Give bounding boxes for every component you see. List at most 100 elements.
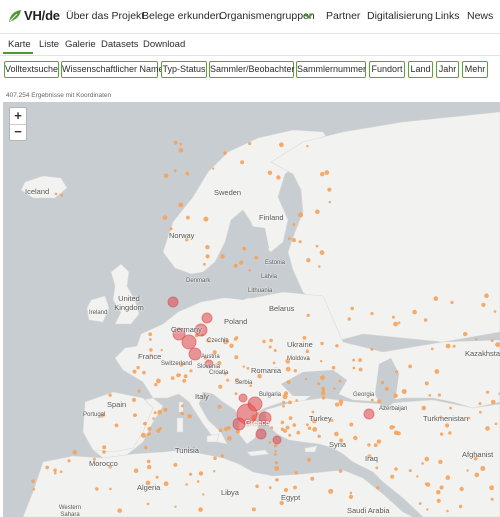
occurrence-marker[interactable]	[321, 386, 325, 390]
filter-year-button[interactable]: Jahr	[436, 61, 459, 78]
occurrence-marker[interactable]	[163, 481, 169, 487]
occurrence-marker[interactable]	[395, 370, 399, 374]
occurrence-marker[interactable]	[283, 487, 289, 493]
occurrence-marker[interactable]	[298, 240, 302, 244]
occurrence-marker[interactable]	[102, 445, 107, 450]
occurrence-marker[interactable]	[114, 423, 119, 428]
occurrence-cluster-marker[interactable]	[255, 428, 267, 440]
occurrence-marker[interactable]	[430, 347, 434, 351]
occurrence-marker[interactable]	[262, 339, 266, 344]
occurrence-marker[interactable]	[234, 392, 238, 396]
occurrence-marker[interactable]	[373, 443, 378, 448]
occurrence-marker[interactable]	[254, 255, 258, 260]
occurrence-marker[interactable]	[298, 212, 304, 218]
occurrence-marker[interactable]	[240, 160, 245, 165]
occurrence-marker[interactable]	[142, 370, 146, 375]
occurrence-marker[interactable]	[392, 425, 396, 429]
occurrence-marker[interactable]	[268, 345, 272, 349]
occurrence-marker[interactable]	[288, 416, 293, 420]
occurrence-marker[interactable]	[433, 296, 439, 301]
occurrence-marker[interactable]	[370, 347, 374, 351]
occurrence-marker[interactable]	[154, 382, 158, 387]
occurrence-marker[interactable]	[143, 421, 147, 426]
occurrence-marker[interactable]	[54, 192, 58, 196]
occurrence-marker[interactable]	[285, 366, 291, 372]
occurrence-marker[interactable]	[186, 215, 190, 220]
occurrence-marker[interactable]	[181, 404, 184, 408]
zoom-out-button[interactable]: −	[10, 124, 26, 140]
occurrence-marker[interactable]	[370, 312, 374, 316]
occurrence-marker[interactable]	[449, 406, 452, 410]
tab-datasets[interactable]: Datasets	[101, 39, 139, 50]
tab-download[interactable]: Download	[143, 39, 185, 50]
occurrence-marker[interactable]	[348, 494, 354, 499]
occurrence-marker[interactable]	[162, 215, 168, 220]
occurrence-marker[interactable]	[146, 502, 150, 506]
occurrence-marker[interactable]	[251, 507, 256, 512]
occurrence-marker[interactable]	[424, 381, 429, 386]
occurrence-marker[interactable]	[391, 315, 395, 319]
occurrence-marker[interactable]	[233, 337, 238, 341]
occurrence-marker[interactable]	[275, 478, 279, 482]
occurrence-marker[interactable]	[347, 317, 351, 321]
occurrence-marker[interactable]	[274, 465, 280, 471]
occurrence-cluster-marker[interactable]	[188, 347, 202, 361]
occurrence-marker[interactable]	[478, 402, 482, 406]
occurrence-cluster-marker[interactable]	[167, 296, 179, 308]
occurrence-marker[interactable]	[408, 364, 412, 369]
occurrence-marker[interactable]	[450, 300, 454, 305]
occurrence-marker[interactable]	[95, 487, 99, 491]
occurrence-marker[interactable]	[59, 470, 63, 474]
occurrence-marker[interactable]	[439, 485, 444, 490]
occurrence-marker[interactable]	[155, 475, 159, 479]
filter-collector-number-button[interactable]: Sammlernummer	[296, 61, 366, 78]
occurrence-marker[interactable]	[317, 434, 321, 438]
occurrence-marker[interactable]	[217, 404, 222, 409]
occurrence-marker[interactable]	[333, 387, 336, 390]
occurrence-marker[interactable]	[274, 450, 278, 453]
occurrence-marker[interactable]	[147, 464, 152, 470]
occurrence-marker[interactable]	[349, 491, 353, 495]
occurrence-marker[interactable]	[338, 379, 342, 383]
occurrence-marker[interactable]	[152, 417, 155, 420]
occurrence-marker[interactable]	[446, 509, 449, 513]
nav-item-digitization[interactable]: Digitalisierung	[367, 10, 433, 22]
occurrence-marker[interactable]	[305, 350, 309, 354]
occurrence-marker[interactable]	[218, 428, 223, 433]
occurrence-marker[interactable]	[224, 427, 229, 432]
occurrence-marker[interactable]	[296, 430, 301, 435]
occurrence-marker[interactable]	[174, 505, 177, 508]
occurrence-marker[interactable]	[393, 321, 398, 327]
occurrence-marker[interactable]	[158, 427, 162, 431]
occurrence-marker[interactable]	[474, 338, 478, 341]
occurrence-marker[interactable]	[178, 373, 182, 377]
occurrence-marker[interactable]	[169, 227, 173, 231]
occurrence-marker[interactable]	[223, 151, 227, 155]
occurrence-marker[interactable]	[203, 262, 206, 266]
occurrence-marker[interactable]	[421, 405, 427, 411]
occurrence-marker[interactable]	[153, 411, 157, 415]
occurrence-marker[interactable]	[327, 187, 332, 192]
occurrence-marker[interactable]	[273, 444, 278, 448]
occurrence-marker[interactable]	[226, 378, 230, 382]
occurrence-marker[interactable]	[183, 374, 188, 379]
occurrence-cluster-marker[interactable]	[238, 393, 248, 403]
occurrence-marker[interactable]	[463, 331, 468, 337]
occurrence-marker[interactable]	[180, 411, 184, 415]
nav-item-news[interactable]: News	[467, 10, 493, 22]
occurrence-marker[interactable]	[229, 343, 234, 348]
occurrence-marker[interactable]	[292, 423, 297, 427]
occurrence-marker[interactable]	[213, 456, 217, 461]
occurrence-marker[interactable]	[242, 246, 247, 251]
occurrence-marker[interactable]	[349, 422, 354, 427]
occurrence-marker[interactable]	[286, 380, 291, 385]
occurrence-marker[interactable]	[293, 485, 297, 490]
occurrence-marker[interactable]	[408, 469, 412, 473]
occurrence-marker[interactable]	[102, 450, 106, 454]
tab-gallery[interactable]: Galerie	[65, 39, 96, 50]
occurrence-marker[interactable]	[423, 318, 428, 322]
occurrence-marker[interactable]	[173, 140, 178, 145]
occurrence-marker[interactable]	[170, 376, 175, 380]
occurrence-marker[interactable]	[198, 471, 204, 476]
occurrence-marker[interactable]	[334, 431, 339, 437]
